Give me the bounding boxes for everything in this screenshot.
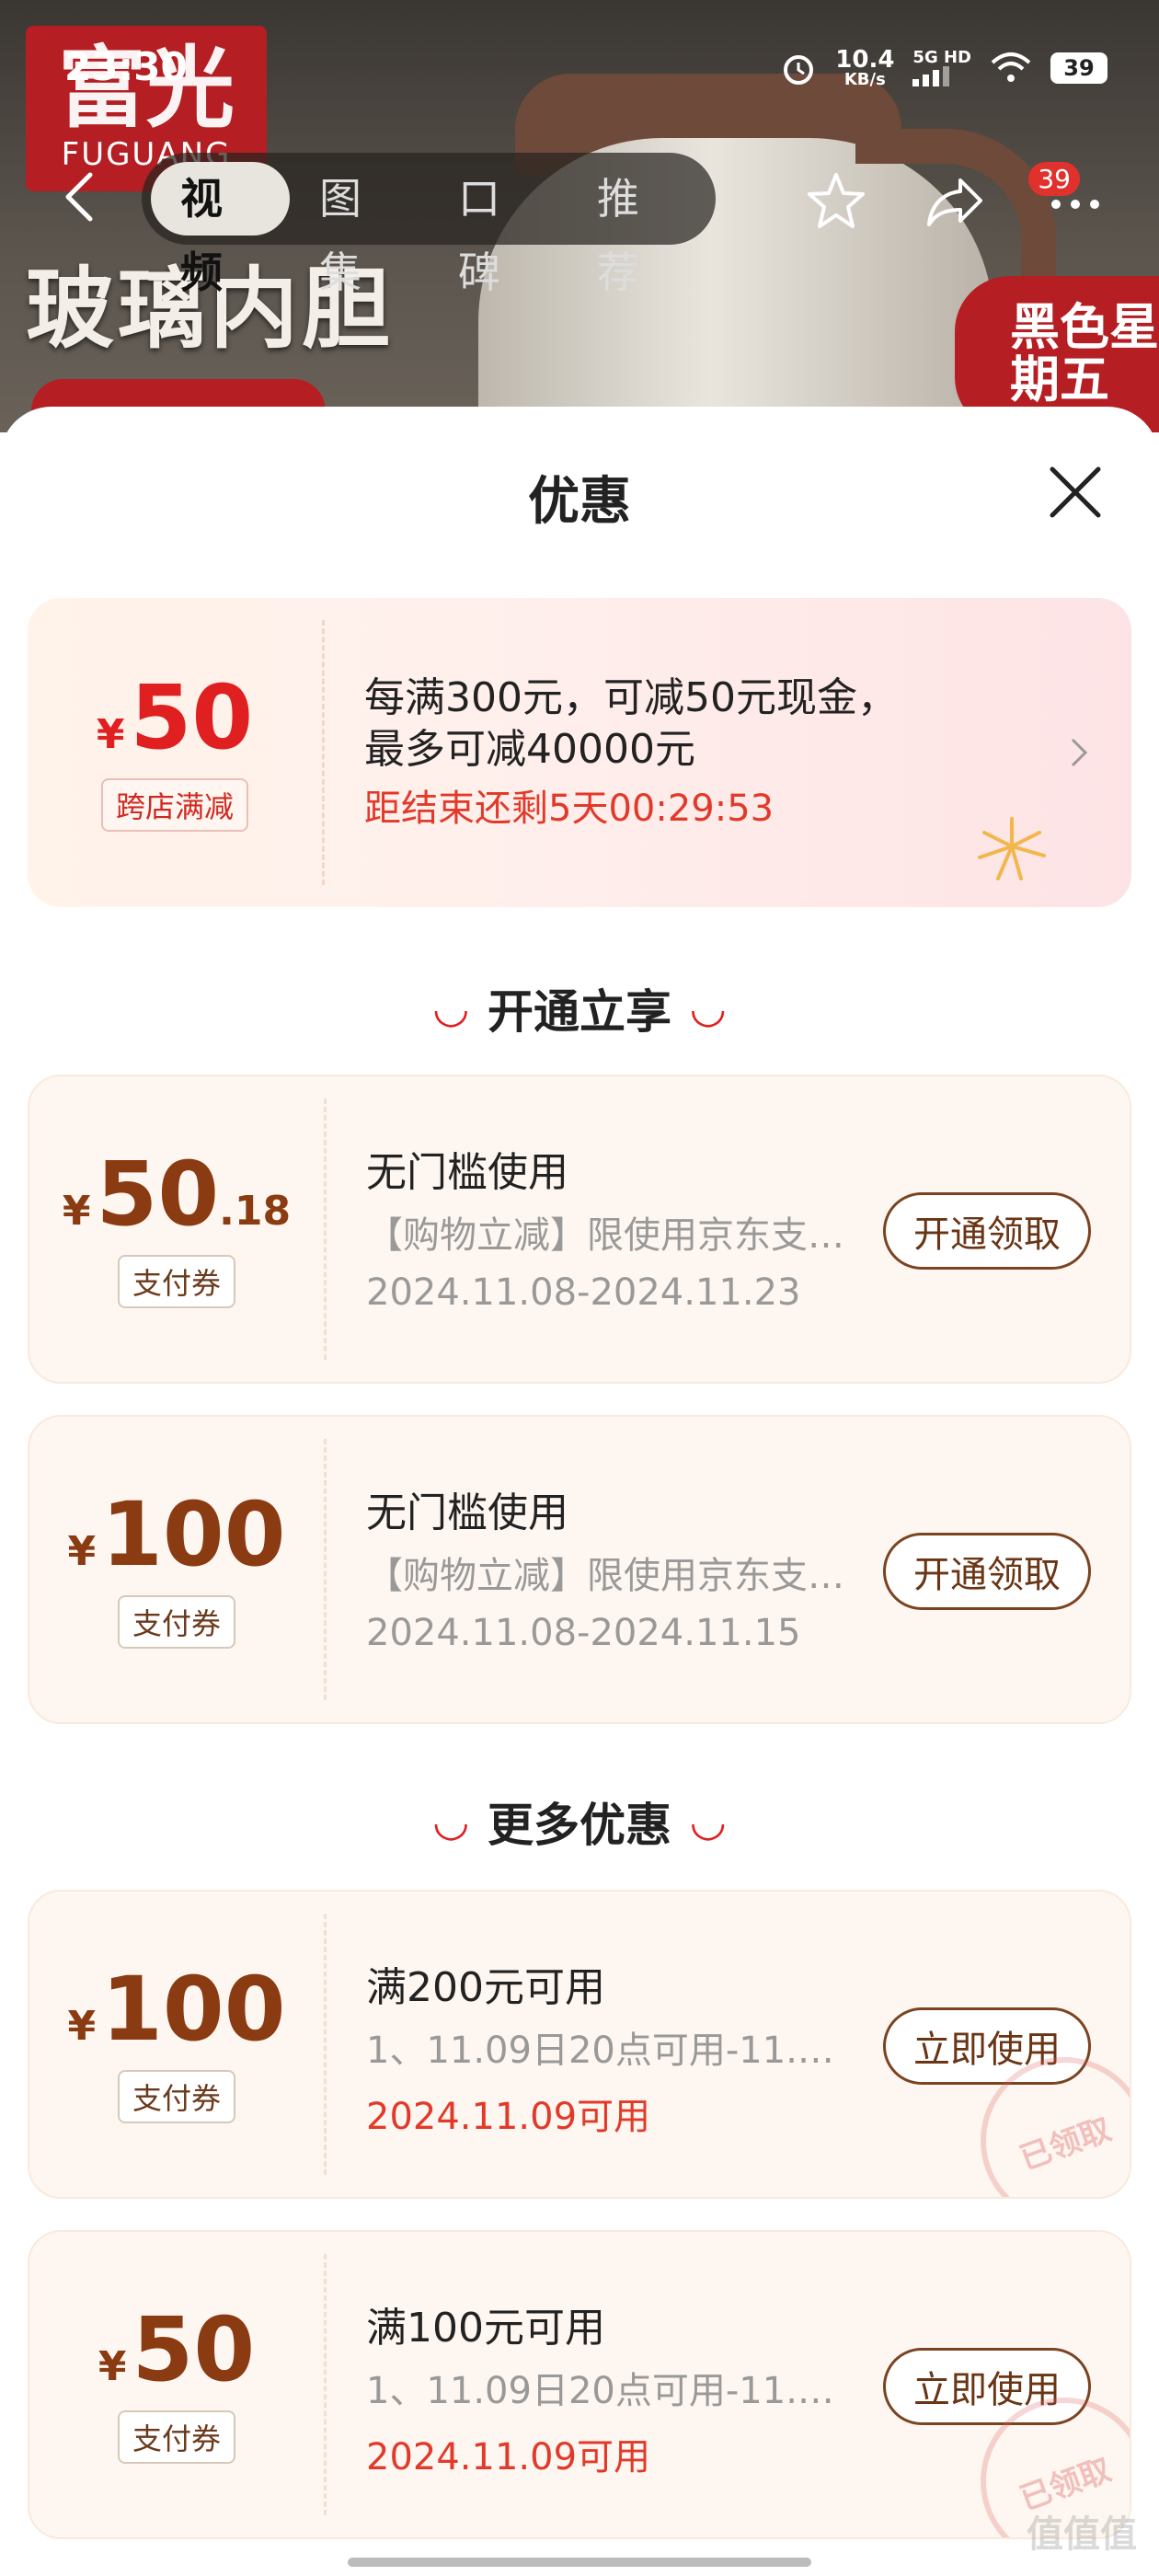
coupon-amount-value: 100 [101,1483,286,1586]
media-tabs: 视频 图集 口碑 推荐 [142,153,716,297]
tab-video[interactable]: 视频 [151,162,290,297]
coupon-type-chip: 支付券 [117,1255,235,1308]
section-more-title: ◡ 更多优惠 ◡ [0,1788,1159,1855]
section-more-label: 更多优惠 [488,1799,671,1852]
section-open-label: 开通立享 [488,985,671,1039]
coupon-amount: ¥ 100 [67,1490,285,1579]
coupon-description: 1、11.09日20点可用-11.11… [366,2370,844,2412]
promo-amount-cell: ¥ 50 跨店满减 [28,598,322,907]
coupon-description: 【购物立减】限使用京东支… [366,1555,844,1597]
card-divider [324,1914,327,2175]
card-divider [324,2254,327,2515]
section-open-title: ◡ 开通立享 ◡ [0,975,1159,1041]
coupon-valid-date: 2024.11.09可用 [366,2096,651,2138]
favorite-star-icon[interactable] [804,169,868,234]
net-type-label: 5G HD [912,48,971,67]
share-arrow-icon[interactable] [924,169,988,234]
coupon-amount-value: 50 [96,1143,220,1246]
coupon-title: 无门槛使用 [366,1149,568,1196]
coupon-valid-date: 2024.11.09可用 [366,2436,651,2478]
net-speed-unit: KB/s [843,70,886,89]
status-icons: 10.4 KB/s 5G HD 39 [780,48,1107,88]
coupon-date-range: 2024.11.08-2024.11.15 [366,1612,801,1654]
coupon-amount: ¥ 100 [67,1965,285,2053]
activate-claim-button[interactable]: 开通领取 [883,1533,1091,1610]
sheet-title: 优惠 [528,472,631,532]
promo-type-chip: 跨店满减 [100,778,248,832]
notification-count-badge: 39 [1028,162,1080,196]
promo-rule-line1: 每满300元，可减50元现金， [364,674,898,721]
coupon-date-range: 2024.11.08-2024.11.23 [366,1271,801,1314]
coupon-amount-value: 50 [132,2298,256,2401]
tab-reviews[interactable]: 口碑 [429,162,568,297]
coupon-title: 满100元可用 [366,2305,605,2352]
tab-gallery[interactable]: 图集 [290,162,429,297]
coupon-amount-cell: ¥ 50 支付券 [29,2232,324,2537]
promo-countdown: 距结束还剩5天00:29:53 [364,788,775,830]
net-speed: 10.4 KB/s [835,48,894,88]
coupon-card[interactable]: ¥ 50 .18 支付券 无门槛使用 【购物立减】限使用京东支… 2024.11… [28,1075,1131,1384]
coupon-type-chip: 支付券 [117,2070,235,2123]
smile-decor-icon: ◡ [692,983,725,1032]
coupon-title: 无门槛使用 [366,1489,568,1536]
coupon-title: 满200元可用 [366,1964,605,2011]
smile-decor-icon: ◡ [434,983,467,1032]
currency-symbol: ¥ [67,1528,97,1575]
coupon-amount: ¥ 50 .18 [63,1150,291,1238]
net-speed-value: 10.4 [835,46,895,74]
currency-symbol: ¥ [67,2003,97,2050]
tab-recommend[interactable]: 推荐 [568,162,706,297]
coupon-description: 1、11.09日20点可用-11.11… [366,2030,844,2072]
site-watermark: 值值值 [1027,2513,1137,2556]
battery-indicator: 39 [1050,52,1107,84]
promo-amount-value: 50 [130,666,254,769]
coupon-amount-cell: ¥ 50 .18 支付券 [29,1076,324,1382]
promo-rule-line2: 最多可减40000元 [364,726,695,773]
nav-actions: 39 [804,162,1107,236]
coupon-card[interactable]: ¥ 100 支付券 满200元可用 1、11.09日20点可用-11.11… 2… [28,1890,1131,2199]
smile-decor-icon: ◡ [434,1796,467,1846]
chevron-right-icon [1071,738,1088,767]
activate-claim-button[interactable]: 开通领取 [883,1192,1091,1270]
coupon-card[interactable]: ¥ 50 支付券 满100元可用 1、11.09日20点可用-11.11… 20… [28,2230,1131,2539]
smile-decor-icon: ◡ [692,1796,725,1846]
signal-indicator: 5G HD [912,50,971,86]
signal-icon [912,66,950,86]
card-divider [324,1098,327,1360]
currency-symbol: ¥ [62,1188,91,1235]
home-indicator[interactable] [348,2558,811,2567]
coupon-description: 【购物立减】限使用京东支… [366,1214,844,1257]
status-bar: 23:30 10.4 KB/s 5G HD 39 [0,0,1159,110]
discount-sheet: 优惠 ¥ 50 跨店满减 每满300元，可减50元现金， 最多可减40000元 … [0,407,1159,2576]
cross-store-discount-card[interactable]: ¥ 50 跨店满减 每满300元，可减50元现金， 最多可减40000元 距结束… [28,598,1131,907]
alarm-icon [784,55,814,85]
back-arrow-icon[interactable] [53,169,109,224]
wifi-icon [991,52,1031,82]
close-icon[interactable] [1043,460,1107,524]
coupon-amount-cell: ¥ 100 支付券 [29,1892,324,2197]
promo-amount: ¥ 50 [97,673,253,762]
status-time: 23:30 [64,44,188,89]
currency-symbol: ¥ [96,711,125,758]
firework-decor-icon [978,817,1046,880]
card-divider [322,620,325,885]
coupon-amount-cell: ¥ 100 支付券 [29,1417,324,1722]
coupon-type-chip: 支付券 [117,1595,235,1649]
coupon-card[interactable]: ¥ 100 支付券 无门槛使用 【购物立减】限使用京东支… 2024.11.08… [28,1415,1131,1724]
more-menu[interactable]: 39 [1028,162,1107,236]
coupon-amount-decimal: .18 [219,1188,292,1235]
coupon-amount-value: 100 [101,1958,286,2061]
card-divider [324,1439,327,1700]
coupon-amount: ¥ 50 [98,2306,255,2394]
product-nav-bar: 视频 图集 口碑 推荐 39 [0,153,1159,297]
coupon-type-chip: 支付券 [117,2410,235,2464]
currency-symbol: ¥ [98,2343,127,2390]
